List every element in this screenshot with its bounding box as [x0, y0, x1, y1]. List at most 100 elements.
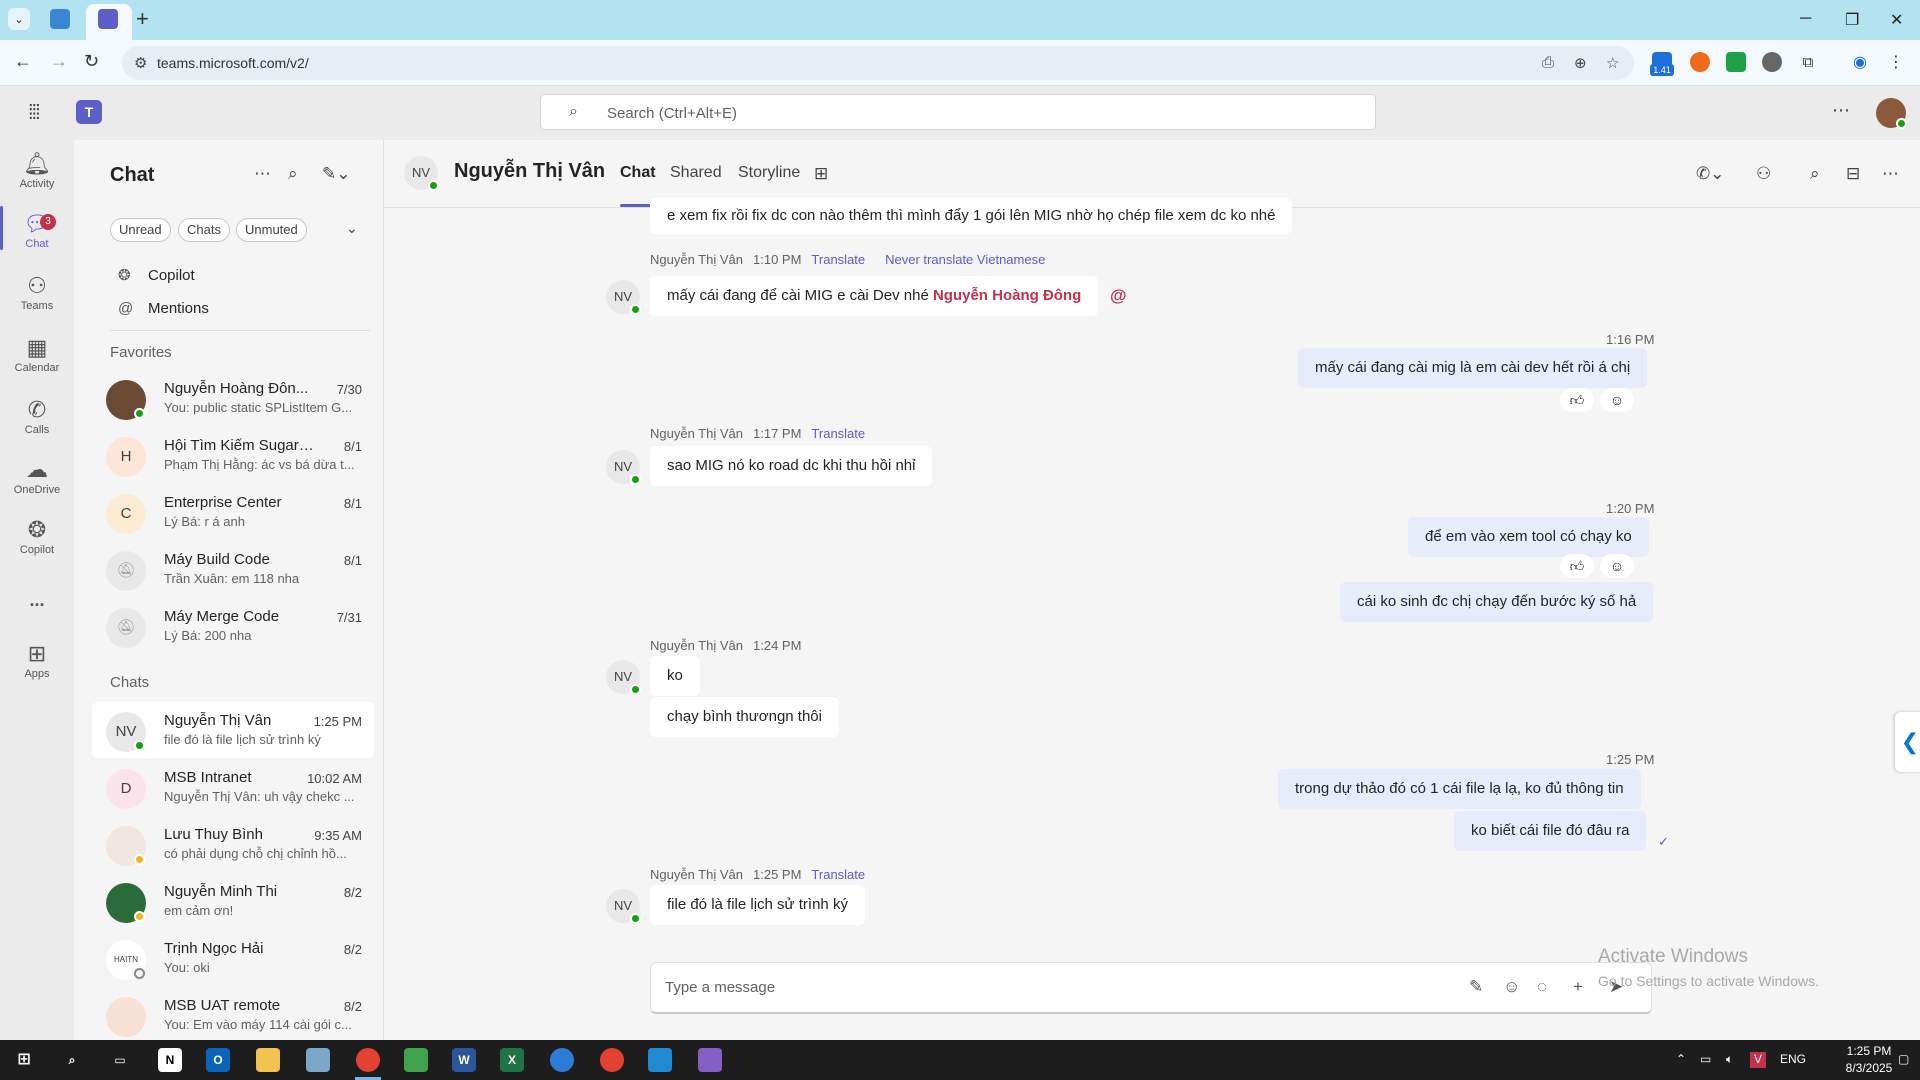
back-button[interactable]: ← — [14, 51, 32, 72]
my-avatar[interactable] — [1876, 98, 1907, 129]
search-icon[interactable]: ⌕ — [288, 164, 298, 184]
chrome-icon[interactable] — [600, 1048, 624, 1072]
excel-icon[interactable]: X — [500, 1048, 524, 1072]
message-bubble[interactable]: ko biết cái file đó đâu ra — [1454, 811, 1647, 851]
list-item[interactable]: H Hội Tìm Kiếm Sugar ... 8/1 Phạm Thị Hằ… — [92, 427, 374, 483]
app-launcher-icon[interactable]: ⁞⁞⁞ — [28, 102, 41, 125]
people-icon[interactable]: ⚇ — [1756, 164, 1771, 184]
message-compose-box[interactable]: Type a message ✎ ☺ ◌ + ➤ — [650, 962, 1652, 1014]
notepad-icon[interactable] — [404, 1048, 428, 1072]
list-item[interactable]: HAITN Trịnh Ngọc Hải 8/2 You: oki — [92, 930, 374, 986]
extension-icon-orange[interactable] — [1690, 52, 1710, 72]
chrome-icon[interactable] — [356, 1048, 380, 1072]
rail-chat[interactable]: 💬︎ Chat 3 — [0, 210, 74, 270]
app-icon[interactable] — [306, 1048, 330, 1072]
message-bubble[interactable]: trong dự thảo đó có 1 cái file lạ lạ, ko… — [1278, 769, 1641, 809]
visual-studio-icon[interactable] — [698, 1048, 722, 1072]
word-icon[interactable]: W — [452, 1048, 476, 1072]
format-icon[interactable]: ✎ — [1469, 977, 1483, 997]
more-options-icon[interactable]: ⋯ — [254, 164, 271, 184]
rail-apps[interactable]: ⊞ Apps — [0, 640, 74, 700]
search-icon[interactable]: ⌕ — [60, 1048, 84, 1072]
app-icon[interactable] — [550, 1048, 574, 1072]
file-explorer-icon[interactable] — [256, 1048, 280, 1072]
list-item[interactable]: MSB UAT remote 8/2 You: Em vào máy 114 c… — [92, 987, 374, 1043]
list-item[interactable]: 🔕︎ Máy Build Code 8/1 Trần Xuân: em 118 … — [92, 541, 374, 597]
list-item[interactable]: Nguyễn Hoàng Đôn... 7/30 You: public sta… — [92, 370, 374, 426]
extension-icon-green[interactable] — [1726, 52, 1746, 72]
close-window-button[interactable]: ✕ — [1890, 10, 1903, 30]
message-bubble[interactable]: cái ko sinh đc chị chạy đến bước ký số h… — [1340, 582, 1654, 622]
language-indicator[interactable]: ENG — [1780, 1052, 1806, 1066]
omnibox[interactable]: ⚙ teams.microsoft.com/v2/ ⎙ ⊕ ☆ — [122, 46, 1634, 80]
restore-button[interactable]: ❐ — [1845, 10, 1859, 30]
tab-chat[interactable]: Chat — [620, 164, 656, 182]
taskbar-clock[interactable]: 1:25 PM 8/3/2025 — [1842, 1043, 1896, 1077]
browser-menu-icon[interactable]: ⋮ — [1886, 52, 1906, 72]
rail-copilot[interactable]: ❂ Copilot — [0, 516, 74, 576]
search-input[interactable]: ⌕ Search (Ctrl+Alt+E) — [540, 94, 1376, 130]
list-item[interactable]: 🔕︎ Máy Merge Code 7/31 Lý Bá: 200 nha — [92, 598, 374, 654]
translate-link[interactable]: Translate — [811, 426, 865, 441]
zoom-icon[interactable]: ⊕ — [1574, 54, 1587, 72]
rail-activity[interactable]: 🔔︎ Activity — [0, 150, 74, 210]
filter-chats[interactable]: Chats — [178, 218, 230, 242]
extensions-puzzle-icon[interactable]: ⧉ — [1798, 52, 1818, 72]
list-item[interactable]: NV Nguyễn Thị Vân 1:25 PM file đó là fil… — [92, 702, 374, 758]
loop-icon[interactable]: ◌ — [1537, 977, 1547, 997]
search-icon[interactable]: ⌕ — [1810, 164, 1820, 184]
rail-teams[interactable]: ⚇ Teams — [0, 272, 74, 332]
emoji-icon[interactable]: ☺ — [1503, 977, 1520, 997]
message-bubble[interactable]: mấy cái đang cài mig là em cài dev hết r… — [1298, 348, 1648, 388]
extension-icon-gray[interactable] — [1762, 52, 1782, 72]
nav-mentions[interactable]: @ Mentions — [118, 300, 209, 328]
thumbs-up-reaction-icon[interactable]: 👍︎ — [1560, 554, 1594, 578]
chevron-left-icon[interactable]: ❮ — [1895, 712, 1920, 772]
reload-button[interactable]: ↻ — [84, 51, 99, 72]
url-text[interactable]: teams.microsoft.com/v2/ — [157, 55, 309, 71]
notion-icon[interactable]: N — [158, 1048, 182, 1072]
attach-plus-icon[interactable]: + — [1573, 977, 1583, 997]
popout-icon[interactable]: ⊟ — [1846, 164, 1860, 184]
more-options-icon[interactable]: ⋯ — [1882, 164, 1899, 184]
message-bubble[interactable]: ko — [650, 656, 700, 696]
never-translate-link[interactable]: Never translate Vietnamese — [885, 252, 1045, 267]
add-tab-icon[interactable]: ⊞ — [814, 164, 828, 184]
filter-unmuted[interactable]: Unmuted — [236, 218, 307, 242]
chats-header[interactable]: Chats — [110, 674, 149, 691]
volume-icon[interactable]: 🔈︎ — [1726, 1052, 1733, 1067]
tray-chevron-icon[interactable]: ⌃ — [1676, 1052, 1686, 1066]
tab-storyline[interactable]: Storyline — [738, 164, 800, 182]
notification-icon[interactable]: ▢ — [1898, 1052, 1909, 1066]
list-item[interactable]: C Enterprise Center 8/1 Lý Bá: r á anh — [92, 484, 374, 540]
list-item[interactable]: D MSB Intranet 10:02 AM Nguyễn Thị Vân: … — [92, 759, 374, 815]
message-bubble[interactable]: để em vào xem tool có chạy ko — [1408, 517, 1649, 557]
minimize-button[interactable]: ─ — [1800, 10, 1811, 28]
translate-link[interactable]: Translate — [811, 252, 865, 267]
list-item[interactable]: Nguyễn Minh Thi 8/2 em cảm ơn! — [92, 873, 374, 929]
tab-shared[interactable]: Shared — [670, 164, 722, 182]
rail-calendar[interactable]: ▦ Calendar — [0, 334, 74, 394]
profile-icon[interactable]: ◉ — [1850, 52, 1870, 72]
install-app-icon[interactable]: ⎙ — [1542, 54, 1554, 71]
thumbs-up-reaction-icon[interactable]: 👍︎ — [1560, 388, 1594, 412]
favorites-header[interactable]: Favorites — [110, 344, 172, 361]
vscode-icon[interactable] — [648, 1048, 672, 1072]
mention[interactable]: Nguyễn Hoàng Đông — [933, 287, 1081, 304]
message-bubble[interactable]: chạy bình thươngn thôi — [650, 697, 839, 737]
windows-start-icon[interactable]: ⊞ — [12, 1048, 36, 1072]
rail-calls[interactable]: ✆ Calls — [0, 396, 74, 456]
message-bubble[interactable]: e xem fix rồi fix dc con nào thêm thì mì… — [650, 198, 1293, 234]
settings-more-icon[interactable]: ⋯ — [1832, 100, 1850, 121]
chevron-down-icon[interactable]: ⌄ — [346, 220, 358, 237]
new-chat-icon[interactable]: ✎⌄ — [322, 164, 351, 184]
translate-link[interactable]: Translate — [811, 867, 865, 882]
network-icon[interactable]: ▭ — [1700, 1052, 1711, 1066]
rail-onedrive[interactable]: ☁ OneDrive — [0, 456, 74, 516]
new-tab-button[interactable]: + — [136, 8, 149, 30]
message-bubble[interactable]: file đó là file lịch sử trình ký — [650, 885, 865, 925]
site-info-icon[interactable]: ⚙ — [134, 54, 147, 72]
list-item[interactable]: Lưu Thuy Bình 9:35 AM có phải dụng chỗ c… — [92, 816, 374, 872]
task-view-icon[interactable]: ▭ — [108, 1048, 132, 1072]
add-reaction-icon[interactable]: ☺ — [1600, 554, 1634, 578]
